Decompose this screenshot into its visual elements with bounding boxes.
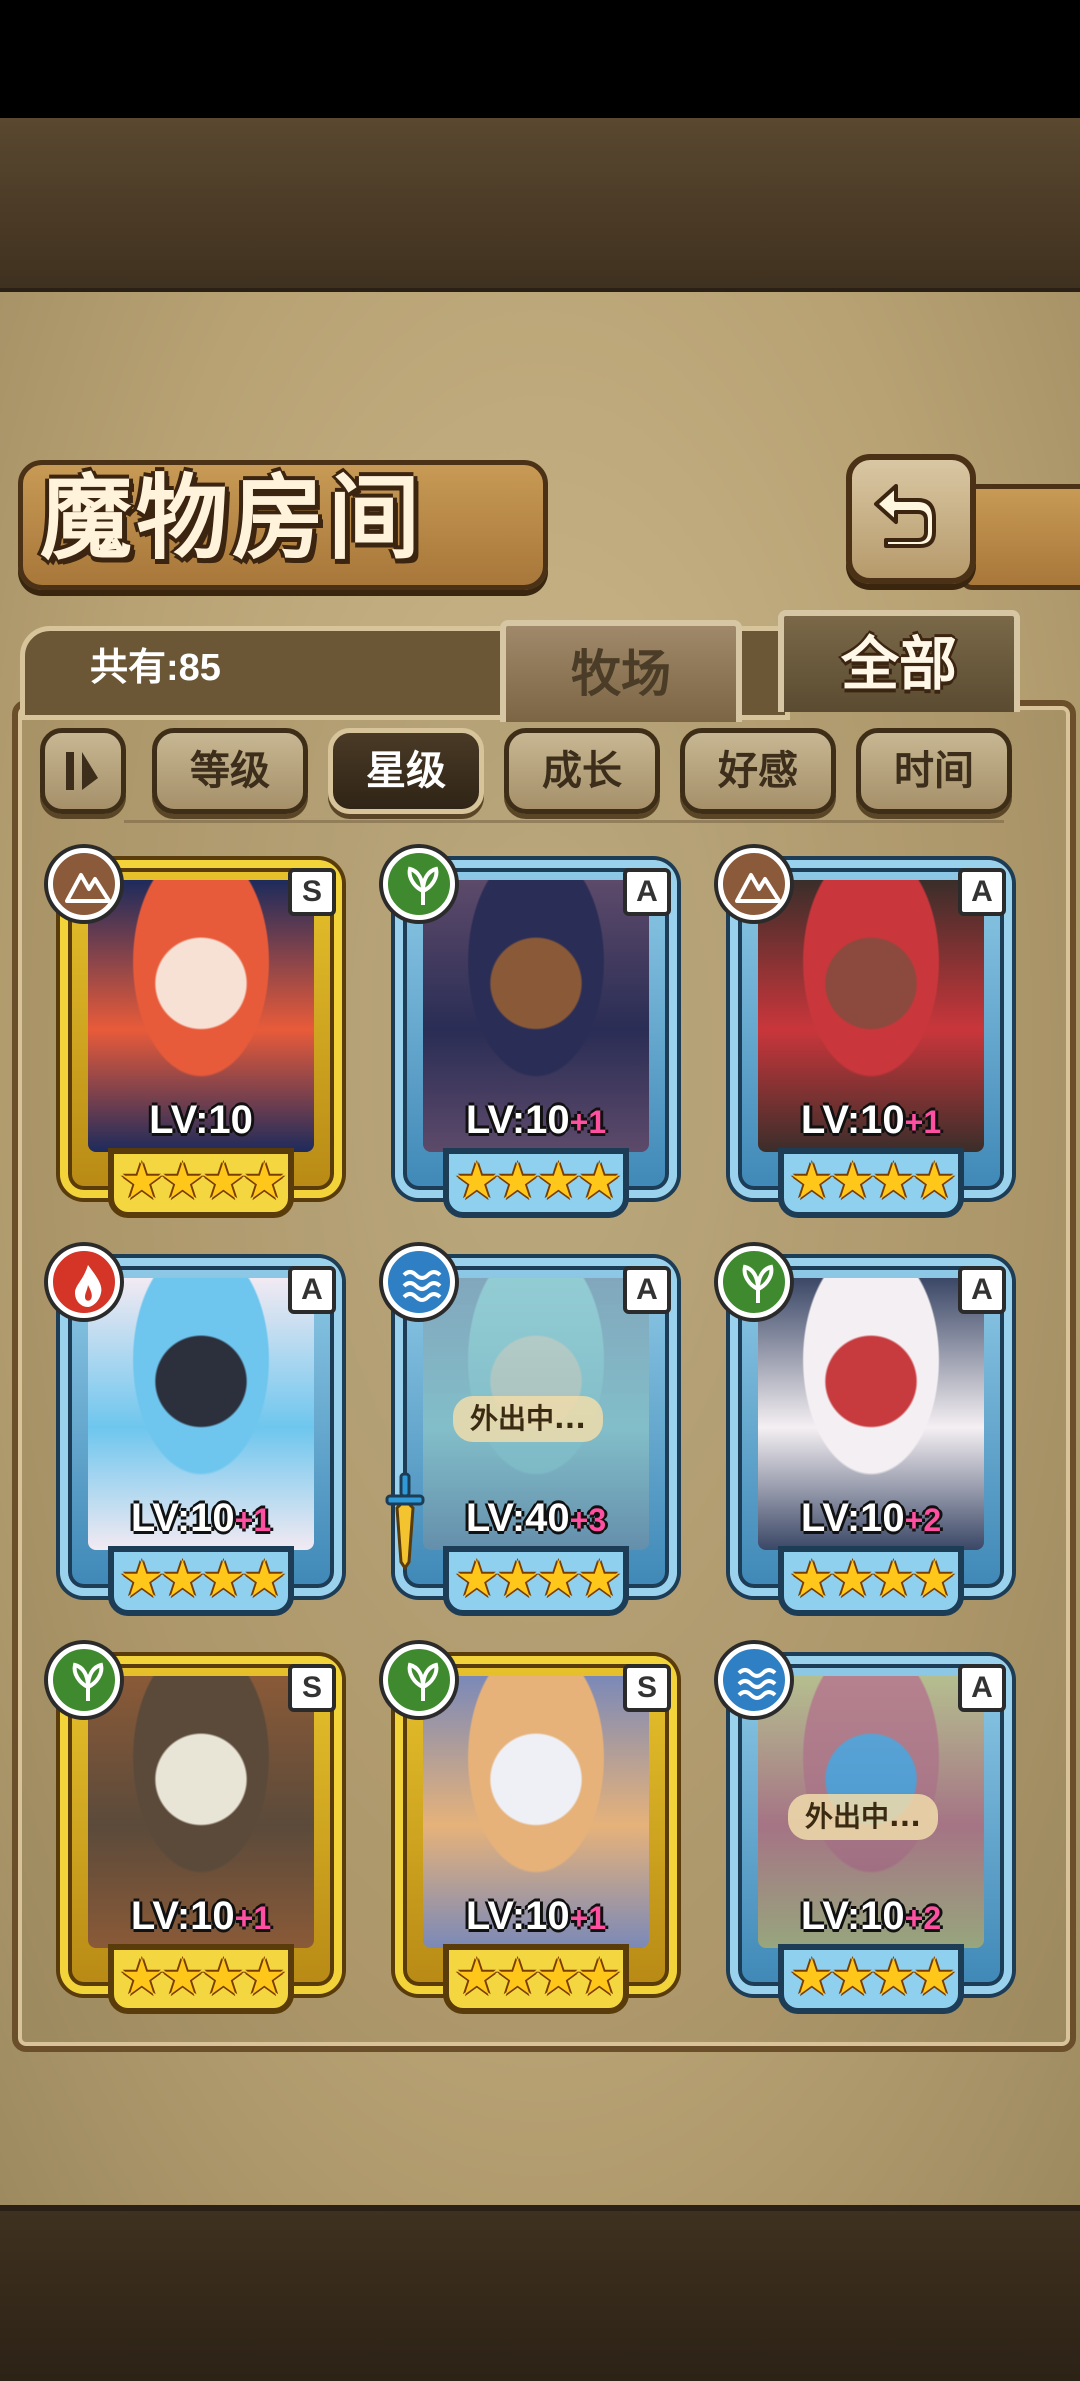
star-rating: ★★★★ [454,1152,621,1210]
page-title: 魔物房间 [40,464,425,572]
level-label: LV:10+1 [88,1496,314,1541]
leaf-element-icon [383,848,455,920]
sort-affection-button[interactable]: 好感 [680,728,836,814]
water-icon [402,1270,442,1302]
map-strip-top [0,118,1080,294]
earth-element-icon [48,848,120,920]
level-value: LV:40 [465,1496,570,1540]
sort-order-icon [66,752,98,790]
leaf-icon [72,1662,104,1701]
level-value: LV:10 [800,1098,905,1142]
leaf-icon [407,1662,439,1701]
star-rating: ★★★★ [789,1948,956,2006]
earth-element-icon [718,848,790,920]
monster-card[interactable]: A 外出中... LV:10+2 ★★★★ [718,1644,1030,2044]
monster-card[interactable]: A LV:10+1 ★★★★ [48,1246,360,1646]
water-icon [737,1668,777,1700]
leaf-element-icon [383,1644,455,1716]
level-bonus: +1 [569,1104,607,1140]
back-button-tail [960,484,1080,590]
star-rating: ★★★★ [119,1948,286,2006]
sword-glyph [385,1472,425,1571]
sort-order-toggle[interactable] [40,728,126,814]
tab-ranch[interactable]: 牧场 [500,620,742,722]
level-bonus: +1 [904,1104,942,1140]
level-label: LV:10 [88,1098,314,1143]
tab-all[interactable]: 全部 [778,610,1020,712]
star-rating: ★★★★ [119,1550,286,1608]
monster-card[interactable]: S LV:10+1 ★★★★ [383,1644,695,2044]
star-rating: ★★★★ [789,1152,956,1210]
monster-card[interactable]: A LV:10+1 ★★★★ [383,848,695,1248]
rank-badge: A [288,1266,336,1314]
sort-bar: 等级 星级 成长 好感 时间 [40,728,1040,820]
leaf-element-icon [48,1644,120,1716]
fire-icon [75,1265,102,1307]
back-arrow-icon [874,484,936,548]
rank-badge: S [288,868,336,916]
level-value: LV:10 [465,1894,570,1938]
sort-level-button[interactable]: 等级 [152,728,308,814]
monster-card[interactable]: A 外出中... LV:40+3 ★★★★ [383,1246,695,1646]
leaf-element-icon [718,1246,790,1318]
level-bonus: +2 [904,1900,942,1936]
level-bonus: +3 [569,1502,607,1538]
level-label: LV:10+2 [758,1496,984,1541]
away-status-label: 外出中... [453,1396,603,1442]
away-status-label: 外出中... [788,1794,938,1840]
monster-card[interactable]: A LV:10+2 ★★★★ [718,1246,1030,1646]
fire-element-icon [48,1246,120,1318]
star-rating: ★★★★ [119,1152,286,1210]
sort-growth-button[interactable]: 成长 [504,728,660,814]
monster-card[interactable]: A LV:10+1 ★★★★ [718,848,1030,1248]
sword-icon [383,1470,427,1574]
divider [124,820,1004,823]
level-bonus: +1 [234,1502,272,1538]
water-element-icon [718,1644,790,1716]
rank-badge: S [623,1664,671,1712]
sort-star-button[interactable]: 星级 [328,728,484,814]
level-label: LV:40+3 [423,1496,649,1541]
water-element-icon [383,1246,455,1318]
leaf-icon [407,866,439,905]
level-label: LV:10+2 [758,1894,984,1939]
monster-count: 共有:85 [90,647,221,689]
monster-card[interactable]: S LV:10 ★★★★ [48,848,360,1248]
sort-time-button[interactable]: 时间 [856,728,1012,814]
rank-badge: A [623,1266,671,1314]
level-label: LV:10+1 [423,1098,649,1143]
back-button[interactable] [846,454,976,584]
earth-icon [65,873,111,903]
level-value: LV:10 [130,1894,235,1938]
status-bar [0,0,1080,118]
level-bonus: +1 [234,1900,272,1936]
level-value: LV:10 [800,1496,905,1540]
rank-badge: A [958,1664,1006,1712]
rank-badge: A [623,868,671,916]
rank-badge: S [288,1664,336,1712]
level-label: LV:10+1 [423,1894,649,1939]
star-rating: ★★★★ [789,1550,956,1608]
level-label: LV:10+1 [88,1894,314,1939]
map-strip-bottom [0,2205,1080,2381]
earth-icon [735,873,781,903]
monster-card[interactable]: S LV:10+1 ★★★★ [48,1644,360,2044]
star-rating: ★★★★ [454,1948,621,2006]
star-rating: ★★★★ [454,1550,621,1608]
level-value: LV:10 [149,1098,253,1142]
rank-badge: A [958,1266,1006,1314]
rank-badge: A [958,868,1006,916]
level-bonus: +2 [904,1502,942,1538]
level-bonus: +1 [569,1900,607,1936]
level-value: LV:10 [130,1496,235,1540]
level-value: LV:10 [465,1098,570,1142]
leaf-icon [742,1264,774,1303]
level-label: LV:10+1 [758,1098,984,1143]
level-value: LV:10 [800,1894,905,1938]
